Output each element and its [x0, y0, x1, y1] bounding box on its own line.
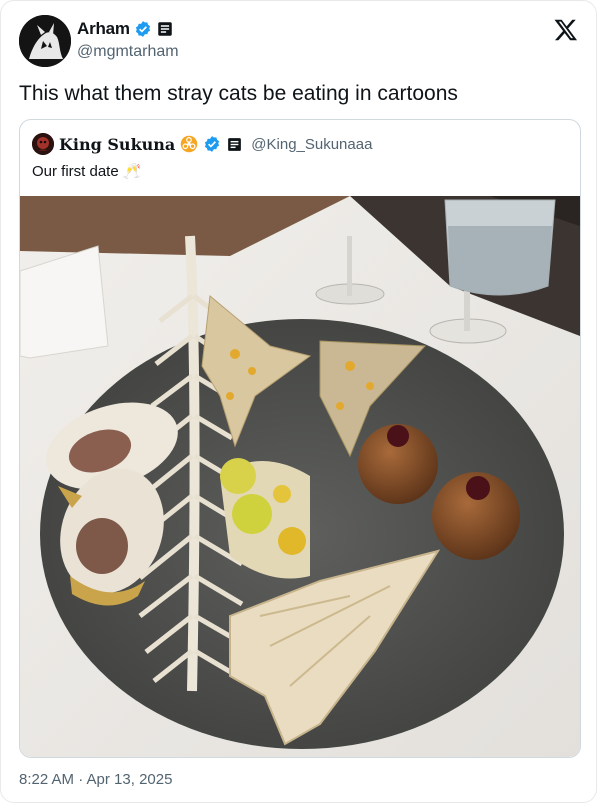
quoted-tweet-text: Our first date	[32, 162, 119, 180]
food-plate-photo	[20, 196, 580, 757]
affiliation-badge-icon	[228, 137, 242, 151]
quoted-handle[interactable]: @King_Sukunaaa	[251, 136, 372, 153]
biohazard-emoji-icon	[181, 135, 198, 153]
quoted-media-photo[interactable]	[20, 196, 580, 757]
verified-badge-icon	[135, 21, 150, 37]
affiliation-badge-icon	[158, 22, 172, 36]
avatar-image	[19, 15, 71, 67]
author-avatar[interactable]	[19, 15, 71, 67]
tweet-header: Arham @mgmtarham	[19, 15, 579, 67]
author-handle[interactable]: @mgmtarham	[77, 43, 179, 61]
author-names: Arham @mgmtarham	[77, 18, 179, 61]
clinking-glasses-emoji-icon: 🥂	[122, 163, 142, 180]
quoted-avatar-image	[32, 133, 54, 155]
quoted-author-avatar[interactable]	[32, 133, 54, 155]
verified-badge-icon	[205, 136, 220, 152]
quoted-tweet-header: King Sukuna @King_Sukunaaa	[32, 133, 372, 155]
quoted-display-name[interactable]: King Sukuna	[59, 135, 175, 154]
tweet-timestamp[interactable]: 8:22 AM · Apr 13, 2025	[19, 771, 172, 788]
author-display-name[interactable]: Arham	[77, 19, 130, 39]
tweet-text: This what them stray cats be eating in c…	[19, 82, 458, 105]
x-logo-icon[interactable]	[553, 17, 579, 43]
quoted-tweet-text-row: Our first date 🥂	[32, 162, 142, 181]
tweet-card: Arham @mgmtarham This what them stray ca…	[0, 0, 597, 803]
quoted-tweet[interactable]: King Sukuna @King_Sukunaaa Our first dat…	[19, 119, 581, 758]
